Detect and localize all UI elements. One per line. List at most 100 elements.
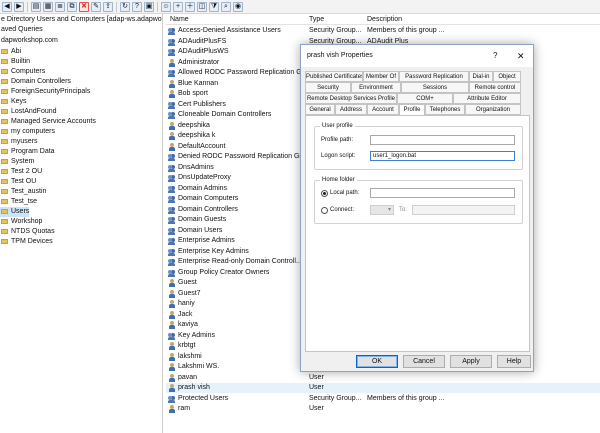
folder-icon[interactable]: ▤ [31,1,41,12]
tree-item[interactable]: TPM Devices [0,237,53,247]
tree-item[interactable]: Users [0,207,30,217]
tree-item[interactable]: Computers [0,67,45,77]
folder-icon [1,229,8,234]
to-path-input[interactable] [412,205,515,215]
tree-item[interactable]: LostAndFound [0,107,57,117]
apply-button[interactable]: Apply [450,355,492,368]
column-header-type[interactable]: Type [309,14,324,25]
folder-icon [1,189,8,194]
ok-button[interactable]: OK [356,355,398,368]
list-item[interactable]: prash vish User [166,383,600,393]
tree-item[interactable]: Abi [0,47,21,57]
tree-item[interactable]: Test_austin [0,187,46,197]
list-item-name: Enterprise Admins [178,237,235,244]
tree-item[interactable]: Test_tse [0,197,37,207]
find-icon[interactable]: ⌕ [221,1,231,12]
tab-address[interactable]: Address [335,104,367,115]
tree-item-label: myusers [11,138,38,145]
add-group-icon[interactable]: ＋ [185,1,195,12]
rename-icon[interactable]: ✎ [91,1,101,12]
connect-radio[interactable] [321,207,328,214]
tree-item[interactable]: System [0,157,34,167]
local-path-radio[interactable] [321,190,328,197]
tree-item-label: Computers [11,68,46,75]
filter-icon[interactable]: ⧩ [209,1,219,12]
list-item[interactable]: Protected Users Security Group... Members … [166,394,600,404]
tree-item[interactable]: myusers [0,137,37,147]
tab-object[interactable]: Object [493,71,521,82]
tree-item-label: LostAndFound [11,108,57,115]
logon-script-label: Logon script: [321,153,356,159]
export-icon[interactable]: ⇪ [103,1,113,12]
help-button[interactable]: Help [497,355,531,368]
copy-icon[interactable]: ⧉ [67,1,77,12]
user-icon [168,373,176,382]
tree-item[interactable]: NTDS Quotas [0,227,55,237]
console-icon[interactable]: ▣ [144,1,154,12]
tree-item[interactable]: Program Data [0,147,55,157]
tree-item[interactable]: ForeignSecurityPrincipals [0,87,90,97]
tree-item[interactable]: Builtin [0,57,30,67]
tree-item[interactable]: Domain Controllers [0,77,71,87]
drive-letter-dropdown[interactable]: ▾ [370,205,394,215]
list-item[interactable]: Access-Denied Assistance Users Security G… [166,26,600,36]
tab-telephones[interactable]: Telephones [425,104,465,115]
local-path-input[interactable] [370,188,515,198]
tab-organization[interactable]: Organization [465,104,521,115]
list-item[interactable]: ram User [166,404,600,414]
group-icon [168,269,176,277]
tab-com[interactable]: COM+ [397,93,453,104]
tree-root-title[interactable]: e Directory Users and Computers [adap-ws… [1,15,162,25]
tree-item-label: Keys [11,98,27,105]
group-icon [168,164,176,172]
list-item-name: Access-Denied Assistance Users [178,27,281,34]
refresh-icon[interactable]: ↻ [120,1,130,12]
properties-icon[interactable]: ▦ [43,1,53,12]
list-item-name: ADAuditPlusFS [178,37,227,45]
list-item-type: Security Group... [309,27,362,34]
add-user-icon[interactable]: + [173,1,183,12]
tab-sessions[interactable]: Sessions [401,82,469,93]
profile-path-input[interactable] [370,135,515,145]
column-header-name[interactable]: Name [170,14,189,25]
tree-domain[interactable]: dapworkshop.com [1,36,58,46]
tree-item[interactable]: Test OU [0,177,36,187]
tab-environment[interactable]: Environment [351,82,401,93]
help-icon[interactable]: ? [493,45,497,67]
tab-attribute-editor[interactable]: Attribute Editor [453,93,521,104]
forward-icon[interactable]: ▶ [14,1,24,12]
add-ou-icon[interactable]: ◫ [197,1,207,12]
tab-published-certificates[interactable]: Published Certificates [305,71,363,82]
tab-account[interactable]: Account [367,104,399,115]
chevron-down-icon: ▾ [387,207,391,213]
tree-saved-queries[interactable]: aved Queries [1,25,43,35]
help-icon[interactable]: ? [132,1,142,12]
tree-item-label: Test 2 OU [11,168,43,175]
to-label: To: [399,207,408,213]
tab-password-replication[interactable]: Password Replication [399,71,469,82]
close-icon[interactable]: ✕ [517,45,525,67]
tree-item[interactable]: Workshop [0,217,42,227]
users-icon[interactable]: ☺ [161,1,171,12]
column-header-description[interactable]: Description [367,14,402,25]
tree-item[interactable]: my computers [0,127,55,137]
back-icon[interactable]: ◀ [2,1,12,12]
list-icon[interactable]: ≣ [55,1,65,12]
tab-security[interactable]: Security [305,82,351,93]
tab-remote-control[interactable]: Remote control [469,82,521,93]
tree-item[interactable]: Test 2 OU [0,167,42,177]
group-icon[interactable]: ◉ [233,1,243,12]
cancel-button[interactable]: Cancel [403,355,445,368]
list-item[interactable]: pavan User [166,373,600,383]
logon-script-input[interactable]: user1_logon.bat [370,151,515,161]
tree-item[interactable]: Keys [0,97,27,107]
tab-member-of[interactable]: Member Of [363,71,399,82]
group-icon [168,101,176,109]
tab-general[interactable]: General [305,104,335,115]
tree-item[interactable]: Managed Service Accounts [0,117,96,127]
delete-icon[interactable]: ✕ [79,1,89,12]
tab-dial-in[interactable]: Dial-in [469,71,493,82]
dialog-title-bar[interactable]: prash vish Properties ? ✕ [301,45,533,67]
tab-remote-desktop-services-profile[interactable]: Remote Desktop Services Profile [305,93,397,104]
folder-icon [1,149,8,154]
